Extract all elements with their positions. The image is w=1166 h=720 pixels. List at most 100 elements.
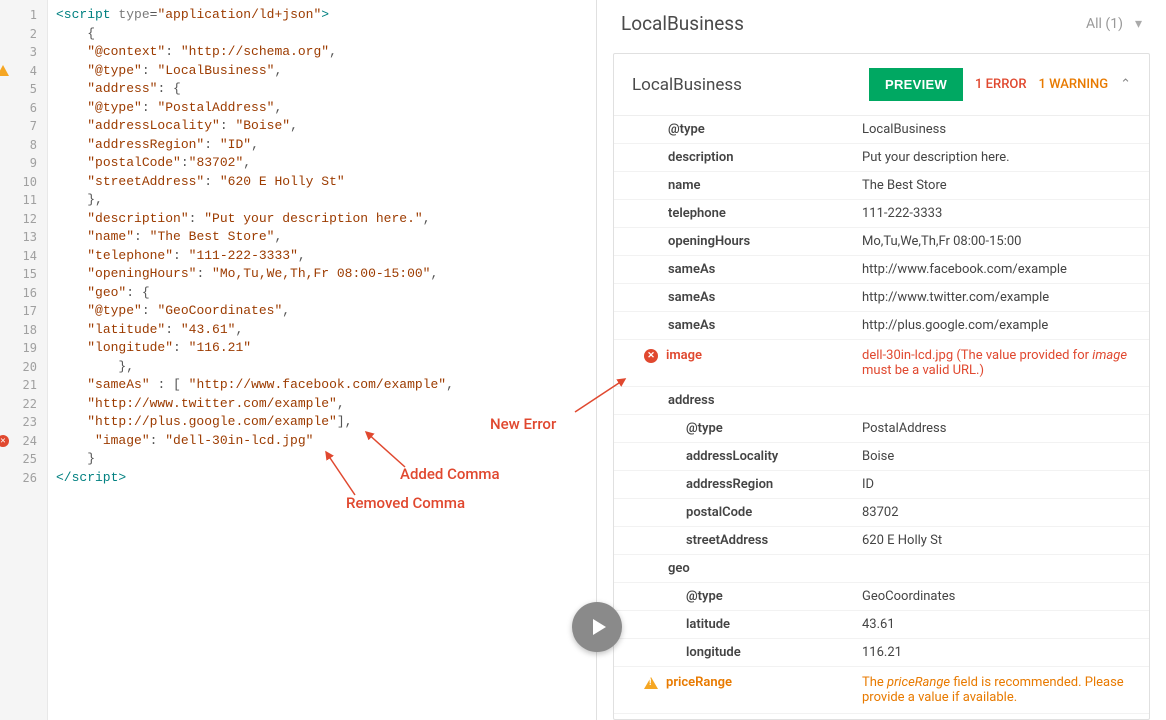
property-key: @type xyxy=(632,421,862,436)
code-line[interactable]: "openingHours": "Mo,Tu,We,Th,Fr 08:00-15… xyxy=(56,265,596,284)
property-value: LocalBusiness xyxy=(862,122,1131,137)
property-list: @typeLocalBusinessdescriptionPut your de… xyxy=(614,116,1149,714)
property-row[interactable]: addressRegionID xyxy=(614,471,1149,499)
property-key: sameAs xyxy=(632,290,862,305)
property-row[interactable]: longitude116.21 xyxy=(614,639,1149,667)
line-number: 24✕ xyxy=(0,432,47,451)
code-line[interactable]: "postalCode":"83702", xyxy=(56,154,596,173)
property-row[interactable]: @typeLocalBusiness xyxy=(614,116,1149,144)
code-line[interactable]: "addressRegion": "ID", xyxy=(56,136,596,155)
error-count-badge[interactable]: 1 ERROR xyxy=(975,77,1026,92)
property-row[interactable]: priceRangeThe priceRange field is recomm… xyxy=(614,667,1149,714)
line-number: 14 xyxy=(0,247,47,266)
property-key: address xyxy=(632,393,862,408)
property-row[interactable]: addressLocalityBoise xyxy=(614,443,1149,471)
line-number: 5 xyxy=(0,80,47,99)
property-key: telephone xyxy=(632,206,862,221)
property-value: GeoCoordinates xyxy=(862,589,1131,604)
results-filter-dropdown[interactable]: All (1) ▾ xyxy=(1086,16,1142,32)
property-row[interactable]: geo xyxy=(614,555,1149,583)
line-number: 23 xyxy=(0,413,47,432)
line-number: 3 xyxy=(0,43,47,62)
property-row[interactable]: openingHoursMo,Tu,We,Th,Fr 08:00-15:00 xyxy=(614,228,1149,256)
error-circle-icon: ✕ xyxy=(0,435,9,447)
code-line[interactable]: }, xyxy=(56,358,596,377)
code-line[interactable]: "name": "The Best Store", xyxy=(56,228,596,247)
property-row[interactable]: @typeGeoCoordinates xyxy=(614,583,1149,611)
play-button[interactable] xyxy=(572,602,622,652)
property-value: ID xyxy=(862,477,1131,492)
warning-triangle-icon xyxy=(0,65,9,76)
code-line[interactable]: </script> xyxy=(56,469,596,488)
preview-button[interactable]: PREVIEW xyxy=(869,68,963,101)
property-key: sameAs xyxy=(632,318,862,333)
property-key: longitude xyxy=(632,645,862,660)
property-value: 83702 xyxy=(862,505,1131,520)
property-row[interactable]: ✕imagedell-30in-lcd.jpg (The value provi… xyxy=(614,340,1149,387)
code-line[interactable]: "geo": { xyxy=(56,284,596,303)
line-number: 18 xyxy=(0,321,47,340)
property-value: http://www.facebook.com/example xyxy=(862,262,1131,277)
property-key: latitude xyxy=(632,617,862,632)
property-value: Put your description here. xyxy=(862,150,1131,165)
code-line[interactable]: "telephone": "111-222-3333", xyxy=(56,247,596,266)
property-row[interactable]: latitude43.61 xyxy=(614,611,1149,639)
line-number: 9 xyxy=(0,154,47,173)
line-number: 16 xyxy=(0,284,47,303)
code-line[interactable]: "addressLocality": "Boise", xyxy=(56,117,596,136)
property-key: ✕image xyxy=(632,348,862,363)
chevron-up-icon[interactable]: ⌃ xyxy=(1120,77,1131,92)
property-key: addressLocality xyxy=(632,449,862,464)
code-line[interactable]: "description": "Put your description her… xyxy=(56,210,596,229)
property-row[interactable]: descriptionPut your description here. xyxy=(614,144,1149,172)
line-number: 10 xyxy=(0,173,47,192)
code-line[interactable]: }, xyxy=(56,191,596,210)
property-value: The Best Store xyxy=(862,178,1131,193)
property-value: 620 E Holly St xyxy=(862,533,1131,548)
code-line[interactable]: "http://www.twitter.com/example", xyxy=(56,395,596,414)
code-editor[interactable]: 123456789101112131415161718192021222324✕… xyxy=(0,0,596,720)
code-line[interactable]: "latitude": "43.61", xyxy=(56,321,596,340)
code-content[interactable]: <script type="application/ld+json"> { "@… xyxy=(48,0,596,720)
warning-triangle-icon xyxy=(644,677,658,689)
entity-card: LocalBusiness PREVIEW 1 ERROR 1 WARNING … xyxy=(613,53,1150,720)
line-number-gutter: 123456789101112131415161718192021222324✕… xyxy=(0,0,48,720)
line-number: 1 xyxy=(0,6,47,25)
code-line[interactable]: } xyxy=(56,450,596,469)
property-row[interactable]: nameThe Best Store xyxy=(614,172,1149,200)
property-row[interactable]: postalCode83702 xyxy=(614,499,1149,527)
code-line[interactable]: <script type="application/ld+json"> xyxy=(56,6,596,25)
code-line[interactable]: "@type": "GeoCoordinates", xyxy=(56,302,596,321)
property-value: Boise xyxy=(862,449,1131,464)
code-line[interactable]: "address": { xyxy=(56,80,596,99)
code-line[interactable]: "image": "dell-30in-lcd.jpg" xyxy=(56,432,596,451)
error-circle-icon: ✕ xyxy=(644,349,658,363)
property-key: sameAs xyxy=(632,262,862,277)
property-row[interactable]: address xyxy=(614,387,1149,415)
property-value: dell-30in-lcd.jpg (The value provided fo… xyxy=(862,348,1131,378)
line-number: 21 xyxy=(0,376,47,395)
line-number: 13 xyxy=(0,228,47,247)
code-line[interactable]: "@type": "PostalAddress", xyxy=(56,99,596,118)
code-line[interactable]: "@context": "http://schema.org", xyxy=(56,43,596,62)
property-row[interactable]: sameAshttp://www.twitter.com/example xyxy=(614,284,1149,312)
warning-count-badge[interactable]: 1 WARNING xyxy=(1039,77,1109,92)
code-line[interactable]: "http://plus.google.com/example"], xyxy=(56,413,596,432)
property-key: addressRegion xyxy=(632,477,862,492)
code-line[interactable]: "sameAs" : [ "http://www.facebook.com/ex… xyxy=(56,376,596,395)
code-line[interactable]: { xyxy=(56,25,596,44)
property-row[interactable]: @typePostalAddress xyxy=(614,415,1149,443)
line-number: 4 xyxy=(0,62,47,81)
property-key: priceRange xyxy=(632,675,862,690)
line-number: 26 xyxy=(0,469,47,488)
code-line[interactable]: "longitude": "116.21" xyxy=(56,339,596,358)
property-row[interactable]: sameAshttp://www.facebook.com/example xyxy=(614,256,1149,284)
card-header: LocalBusiness PREVIEW 1 ERROR 1 WARNING … xyxy=(614,54,1149,116)
property-row[interactable]: sameAshttp://plus.google.com/example xyxy=(614,312,1149,340)
property-row[interactable]: telephone111-222-3333 xyxy=(614,200,1149,228)
code-line[interactable]: "streetAddress": "620 E Holly St" xyxy=(56,173,596,192)
code-line[interactable]: "@type": "LocalBusiness", xyxy=(56,62,596,81)
property-value: PostalAddress xyxy=(862,421,1131,436)
property-row[interactable]: streetAddress620 E Holly St xyxy=(614,527,1149,555)
property-key: openingHours xyxy=(632,234,862,249)
